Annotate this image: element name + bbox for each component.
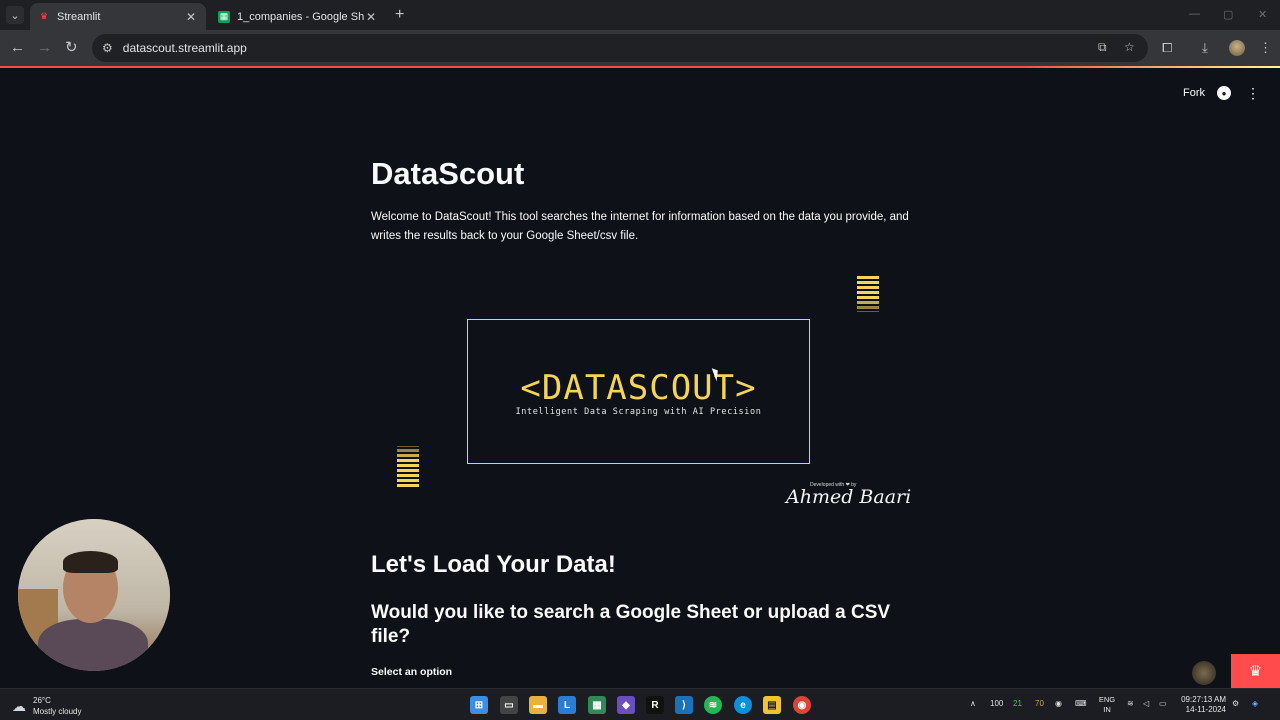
windows-taskbar: ☁ 26°C Mostly cloudy ⊞ ▭ ▬ L ▦ ◆ R ⟩ ≋ e… xyxy=(0,688,1280,720)
github-icon[interactable]: ● xyxy=(1217,86,1231,100)
tab-title: Streamlit xyxy=(57,10,101,23)
weather-temp: 26°C xyxy=(33,696,51,705)
wifi-icon[interactable]: ≋ xyxy=(1127,699,1134,708)
streamlit-icon: ♛ xyxy=(39,11,49,21)
task-view-icon[interactable]: ▭ xyxy=(500,696,518,714)
copilot-icon[interactable]: ◈ xyxy=(1252,699,1258,708)
forward-icon[interactable]: → xyxy=(37,39,52,57)
file-explorer-icon[interactable]: ▬ xyxy=(529,696,547,714)
tray-app-icon[interactable]: ◉ xyxy=(1055,699,1062,708)
tray-number: 21 xyxy=(1013,699,1022,708)
select-label: Select an option xyxy=(371,666,453,678)
streamlit-main-menu-icon[interactable]: ⋮ xyxy=(1246,85,1260,102)
obsidian-icon[interactable]: ◆ xyxy=(617,696,635,714)
clock-time: 09:27:13 AM xyxy=(1181,695,1226,704)
edge-icon[interactable]: e xyxy=(734,696,752,714)
page-title: DataScout xyxy=(371,156,525,191)
tab-streamlit[interactable]: ♛ Streamlit ✕ xyxy=(30,3,206,30)
url-text: datascout.streamlit.app xyxy=(122,41,247,55)
banner-tagline: Intelligent Data Scraping with AI Precis… xyxy=(515,407,762,417)
tray-keyboard-icon[interactable]: ⌨ xyxy=(1075,699,1087,708)
language-indicator[interactable]: ENG IN xyxy=(1098,695,1116,715)
taskbar-clock[interactable]: 09:27:13 AM 14-11-2024 xyxy=(1178,695,1226,715)
store-icon[interactable]: ▦ xyxy=(588,696,606,714)
intro-text: Welcome to DataScout! This tool searches… xyxy=(371,211,909,242)
google-sheets-icon: ▦ xyxy=(218,10,230,23)
vscode-icon[interactable]: ⟩ xyxy=(675,696,693,714)
minimize-icon[interactable]: — xyxy=(1189,8,1200,20)
section-heading: Let's Load Your Data! xyxy=(371,551,616,578)
new-tab-icon[interactable]: + xyxy=(395,7,404,23)
chrome-icon[interactable]: ◉ xyxy=(793,696,811,714)
decorative-stripes-bottom xyxy=(397,446,419,489)
close-icon[interactable]: ✕ xyxy=(184,10,198,24)
r-app-icon[interactable]: R xyxy=(646,696,664,714)
browser-menu-icon[interactable]: ⋮ xyxy=(1259,40,1272,56)
lang-region: IN xyxy=(1103,705,1111,714)
maximize-icon[interactable]: ▢ xyxy=(1223,8,1233,21)
battery-icon[interactable]: ▭ xyxy=(1159,699,1167,708)
back-icon[interactable]: ← xyxy=(10,39,25,57)
sticky-notes-icon[interactable]: ▤ xyxy=(763,696,781,714)
extensions-icon[interactable]: ⧠ xyxy=(1162,40,1172,56)
browser-toolbar: ← → ↻ ⚙ datascout.streamlit.app ⧉ ☆ ⧠ ⤓ … xyxy=(0,30,1280,66)
banner-logo: <DATASCOUT> xyxy=(520,368,757,408)
tab-search-icon[interactable]: ⌄ xyxy=(6,6,24,24)
weather-desc: Mostly cloudy xyxy=(33,707,82,716)
cloud-icon[interactable]: ☁ xyxy=(12,698,26,715)
site-info-icon[interactable]: ⚙ xyxy=(102,41,113,55)
streamlit-top-decoration xyxy=(0,66,1280,68)
clock-date: 14-11-2024 xyxy=(1185,705,1226,714)
settings-gear-icon[interactable]: ⚙ xyxy=(1232,699,1239,708)
install-app-icon[interactable]: ⧉ xyxy=(1098,40,1107,55)
webcam-overlay xyxy=(18,519,170,671)
tab-title: 1_companies - Google Sheets xyxy=(237,10,364,23)
tab-google-sheets[interactable]: ▦ 1_companies - Google Sheets ✕ xyxy=(210,3,386,30)
weather-widget[interactable]: 26°C Mostly cloudy xyxy=(33,695,81,717)
windows-start-icon[interactable]: ⊞ xyxy=(470,696,488,714)
spotify-icon[interactable]: ≋ xyxy=(704,696,722,714)
decorative-stripes-top xyxy=(857,276,879,314)
fork-button[interactable]: Fork xyxy=(1183,87,1205,99)
close-icon[interactable]: ✕ xyxy=(364,10,378,24)
question-heading: Would you like to search a Google Sheet … xyxy=(371,602,891,647)
author-signature: Ahmed Baari xyxy=(786,486,912,508)
download-icon[interactable]: ⤓ xyxy=(1202,40,1208,56)
browser-tabstrip: ⌄ ♛ Streamlit ✕ ▦ 1_companies - Google S… xyxy=(0,0,1280,30)
profile-avatar[interactable] xyxy=(1229,40,1245,56)
window-close-icon[interactable]: ✕ xyxy=(1258,8,1267,21)
streamlit-creator-avatar[interactable] xyxy=(1192,661,1216,685)
address-bar[interactable]: ⚙ datascout.streamlit.app ⧉ ☆ xyxy=(92,34,1148,62)
streamlit-crown-button[interactable]: ♛ xyxy=(1231,654,1280,688)
tray-chevron-icon[interactable]: ∧ xyxy=(970,699,976,708)
tray-number: 70 xyxy=(1035,699,1044,708)
tray-number: 100 xyxy=(990,699,1004,708)
bookmark-star-icon[interactable]: ☆ xyxy=(1124,40,1135,54)
lang-code: ENG xyxy=(1098,695,1116,704)
reload-icon[interactable]: ↻ xyxy=(65,39,78,57)
lens-app-icon[interactable]: L xyxy=(558,696,576,714)
volume-icon[interactable]: ◁ xyxy=(1143,699,1149,708)
